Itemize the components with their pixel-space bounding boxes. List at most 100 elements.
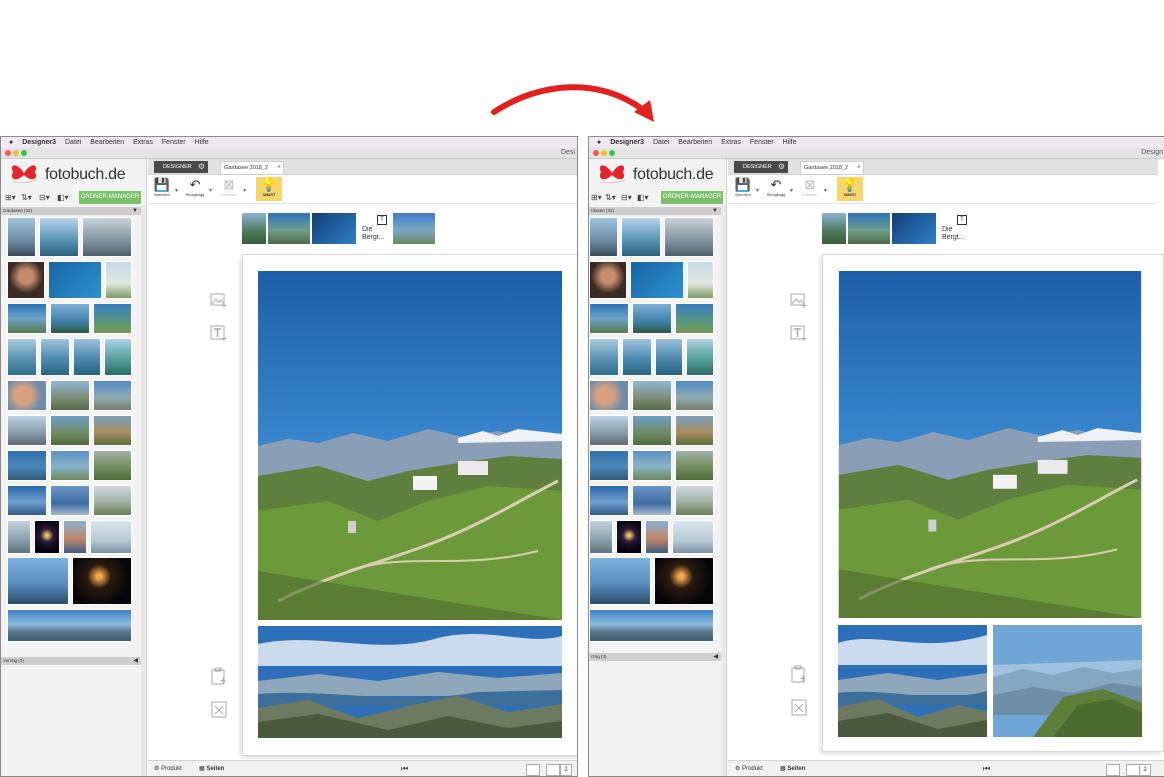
photo-thumbnail[interactable] bbox=[7, 303, 47, 334]
photo-thumbnail[interactable] bbox=[589, 609, 714, 642]
paste-icon[interactable] bbox=[210, 667, 228, 685]
photo-thumbnail[interactable] bbox=[687, 261, 714, 299]
photo-thumbnail[interactable] bbox=[93, 415, 132, 446]
photo-thumbnail[interactable] bbox=[589, 261, 627, 299]
sidebar-scrollbar[interactable] bbox=[721, 205, 726, 776]
save-dropdown-icon[interactable]: ▾ bbox=[756, 187, 759, 194]
sort-icon[interactable]: ⇅▾ bbox=[605, 193, 616, 202]
strip-photo[interactable] bbox=[848, 213, 890, 244]
photo-thumbnail[interactable] bbox=[7, 450, 47, 481]
strip-photo[interactable] bbox=[268, 213, 310, 244]
album-header[interactable]: rdasee (32) ▼ bbox=[589, 207, 721, 215]
photo-thumbnail[interactable] bbox=[73, 338, 101, 376]
save-button[interactable]: 💾 Speichern bbox=[151, 177, 173, 201]
photo-frame-panorama-cropped[interactable] bbox=[838, 625, 987, 737]
undo-dropdown-icon[interactable]: ▾ bbox=[209, 187, 212, 194]
photo-thumbnail[interactable] bbox=[675, 485, 714, 516]
sort-icon[interactable]: ⇅▾ bbox=[21, 193, 32, 202]
layout-icon[interactable]: ⊟▾ bbox=[39, 193, 50, 202]
photo-frame-panorama[interactable] bbox=[258, 626, 562, 738]
view-grid-icon[interactable]: ⊞▾ bbox=[5, 193, 16, 202]
expand-icon[interactable]: ◀ bbox=[713, 653, 718, 661]
photo-thumbnail[interactable] bbox=[93, 380, 132, 411]
photo-thumbnail[interactable] bbox=[675, 450, 714, 481]
strip-photo[interactable] bbox=[393, 213, 435, 244]
apple-icon[interactable]: ● bbox=[597, 139, 601, 146]
menu-extras[interactable]: Extras bbox=[721, 139, 741, 146]
photo-thumbnail[interactable] bbox=[104, 338, 132, 376]
photo-thumbnail[interactable] bbox=[632, 450, 672, 481]
photo-thumbnail[interactable] bbox=[630, 261, 684, 299]
sidebar-scrollbar[interactable] bbox=[141, 205, 146, 776]
filter-icon[interactable]: ◧▾ bbox=[637, 193, 649, 202]
photo-thumbnail[interactable] bbox=[34, 520, 60, 554]
add-text-icon[interactable] bbox=[790, 324, 808, 342]
photo-thumbnail[interactable] bbox=[589, 303, 629, 334]
collapse-icon[interactable]: ▼ bbox=[712, 207, 718, 215]
delete-icon[interactable] bbox=[790, 698, 808, 716]
photo-frame-mountain[interactable] bbox=[838, 271, 1142, 618]
collapse-icon[interactable]: ▼ bbox=[132, 207, 138, 215]
photo-thumbnail[interactable] bbox=[40, 338, 70, 376]
album-header[interactable]: Gardasee (32) ▼ bbox=[1, 207, 141, 215]
close-window-button[interactable] bbox=[5, 150, 11, 156]
smart-button[interactable]: 💡 SMART bbox=[837, 177, 863, 201]
ordner-manager-button[interactable]: ORDNER-MANAGER bbox=[661, 191, 723, 204]
photo-frame-new-mountain[interactable] bbox=[993, 625, 1142, 737]
save-dropdown-icon[interactable]: ▾ bbox=[175, 187, 178, 194]
menu-fenster[interactable]: Fenster bbox=[162, 139, 186, 146]
photo-thumbnail[interactable] bbox=[632, 303, 672, 334]
text-frame-icon[interactable]: T bbox=[957, 215, 967, 225]
strip-photo[interactable] bbox=[312, 213, 356, 244]
photo-thumbnail[interactable] bbox=[50, 485, 90, 516]
page-number[interactable]: 2 bbox=[1139, 764, 1151, 776]
tab-designer[interactable]: DESIGNER ⚙ bbox=[154, 161, 208, 173]
photo-thumbnail[interactable] bbox=[616, 520, 642, 554]
photo-thumbnail[interactable] bbox=[7, 609, 132, 642]
minimize-window-button[interactable] bbox=[13, 150, 19, 156]
menu-hilfe[interactable]: Hilfe bbox=[783, 139, 797, 146]
remove-button[interactable]: ⊠ Entfernen bbox=[218, 177, 240, 201]
second-album-header[interactable]: Vorzüg (3) ◀ bbox=[1, 657, 141, 665]
spread-view-icon[interactable] bbox=[1126, 764, 1140, 776]
photo-thumbnail[interactable] bbox=[7, 485, 47, 516]
photo-thumbnail[interactable] bbox=[48, 261, 102, 299]
ordner-manager-button[interactable]: ORDNER-MANAGER bbox=[79, 191, 141, 204]
close-tab-icon[interactable]: × bbox=[277, 162, 281, 174]
filter-icon[interactable]: ◧▾ bbox=[57, 193, 69, 202]
close-tab-icon[interactable]: × bbox=[857, 162, 861, 174]
spread-view-icon[interactable] bbox=[546, 764, 560, 776]
photo-thumbnail[interactable] bbox=[654, 557, 714, 605]
photo-thumbnail[interactable] bbox=[82, 217, 132, 257]
menu-app-name[interactable]: Designer3 bbox=[610, 139, 644, 146]
remove-button[interactable]: ⊠ Entfernen bbox=[799, 177, 821, 201]
photo-thumbnail[interactable] bbox=[672, 520, 714, 554]
photo-thumbnail[interactable] bbox=[50, 450, 90, 481]
photo-thumbnail[interactable] bbox=[50, 415, 90, 446]
strip-photo[interactable] bbox=[242, 213, 266, 244]
photo-thumbnail[interactable] bbox=[7, 261, 45, 299]
tab-designer[interactable]: DESIGNER ⚙ bbox=[734, 161, 788, 173]
undo-button[interactable]: ↶ Rückgängig bbox=[184, 177, 206, 201]
photo-thumbnail[interactable] bbox=[621, 217, 661, 257]
photo-thumbnail[interactable] bbox=[632, 415, 672, 446]
add-image-icon[interactable] bbox=[210, 291, 228, 309]
text-frame-icon[interactable]: T bbox=[377, 215, 387, 225]
single-page-view-icon[interactable] bbox=[1106, 764, 1120, 776]
layout-icon[interactable]: ⊟▾ bbox=[621, 193, 632, 202]
second-album-header[interactable]: rzüg (3) ◀ bbox=[589, 653, 721, 661]
add-text-icon[interactable] bbox=[210, 324, 228, 342]
photo-thumbnail[interactable] bbox=[50, 303, 90, 334]
photo-thumbnail[interactable] bbox=[675, 380, 714, 411]
menu-extras[interactable]: Extras bbox=[133, 139, 153, 146]
menu-datei[interactable]: Datei bbox=[653, 139, 669, 146]
delete-icon[interactable] bbox=[210, 700, 228, 718]
photo-thumbnail[interactable] bbox=[675, 415, 714, 446]
remove-dropdown-icon[interactable]: ▾ bbox=[824, 187, 827, 194]
paste-icon[interactable] bbox=[790, 665, 808, 683]
strip-photo[interactable] bbox=[892, 213, 936, 244]
photo-thumbnail[interactable] bbox=[7, 338, 37, 376]
single-page-view-icon[interactable] bbox=[526, 764, 540, 776]
remove-dropdown-icon[interactable]: ▾ bbox=[243, 187, 246, 194]
photo-thumbnail[interactable] bbox=[7, 217, 36, 257]
